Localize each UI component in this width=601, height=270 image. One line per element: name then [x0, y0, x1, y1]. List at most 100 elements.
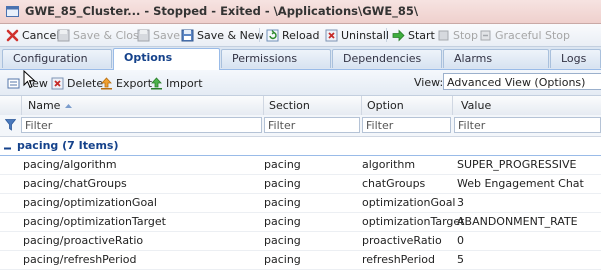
- stop-button[interactable]: Stop: [437, 27, 478, 43]
- title-bar: GWE_85_Cluster... - Stopped - Exited - \…: [0, 0, 601, 24]
- save-close-label: Save & Close: [73, 28, 146, 42]
- start-arrow-icon: [392, 29, 405, 42]
- grid-header: Name Section Option Value: [0, 96, 601, 116]
- save-close-button[interactable]: Save & Close: [57, 27, 146, 43]
- save-new-button[interactable]: Save & New: [181, 27, 264, 43]
- cell-name: pacing/algorithm: [23, 158, 117, 171]
- cell-value: 3: [457, 196, 464, 209]
- column-header-name-label: Name: [28, 99, 61, 112]
- cell-value: 5: [457, 253, 464, 266]
- table-row[interactable]: pacing/proactiveRatio pacing proactiveRati…: [0, 231, 601, 251]
- export-button[interactable]: Export: [100, 75, 152, 91]
- start-label: Start: [408, 28, 435, 42]
- filter-section-input[interactable]: Filter: [264, 117, 360, 133]
- tab-dependencies[interactable]: Dependencies: [332, 49, 442, 68]
- import-icon: [150, 76, 163, 90]
- table-row[interactable]: pacing/chatGroups pacing chatGroups Web Eng…: [0, 174, 601, 194]
- tab-options[interactable]: Options: [113, 48, 220, 70]
- view-icon: [7, 77, 20, 90]
- cell-value: ABANDONMENT_RATE: [457, 215, 578, 228]
- cell-option: proactiveRatio: [362, 234, 442, 247]
- import-button[interactable]: Import: [150, 75, 203, 91]
- save-new-label: Save & New: [197, 28, 264, 42]
- group-label: pacing (7 Items): [17, 139, 119, 152]
- delete-button[interactable]: Delete: [51, 75, 103, 91]
- cell-value: SUPER_PROGRESSIVE: [457, 158, 577, 171]
- export-icon: [100, 76, 113, 90]
- cell-name: pacing/refreshPeriod: [23, 253, 137, 266]
- cell-section: pacing: [264, 158, 301, 171]
- graceful-stop-icon: [479, 29, 492, 42]
- reload-icon: [266, 29, 279, 42]
- tab-alarms[interactable]: Alarms: [443, 49, 549, 68]
- main-toolbar: Cancel Save & Close Save Save & New Relo…: [0, 24, 601, 47]
- cell-name: pacing/proactiveRatio: [23, 234, 144, 247]
- view-mode-label: View:: [414, 76, 444, 89]
- tab-configuration[interactable]: Configuration: [2, 49, 112, 68]
- reload-button[interactable]: Reload: [266, 27, 319, 43]
- cell-name: pacing/optimizationTarget: [23, 215, 166, 228]
- cell-section: pacing: [264, 196, 301, 209]
- cell-name: pacing/optimizationGoal: [23, 196, 157, 209]
- uninstall-icon: [325, 29, 338, 42]
- filter-value-input[interactable]: Filter: [454, 117, 601, 133]
- table-row[interactable]: pacing/refreshPeriod pacing refreshPeriod 5: [0, 250, 601, 270]
- tab-permissions[interactable]: Permissions: [221, 49, 331, 68]
- toolbar-divider: [259, 28, 260, 42]
- column-header-name[interactable]: Name: [21, 96, 263, 115]
- save-new-icon: [181, 29, 194, 42]
- stop-icon: [437, 29, 450, 42]
- cancel-label: Cancel: [22, 28, 60, 42]
- application-icon: [6, 5, 19, 18]
- cell-option: algorithm: [362, 158, 416, 171]
- collapse-icon[interactable]: [4, 142, 11, 150]
- window-title: GWE_85_Cluster... - Stopped - Exited - \…: [25, 4, 419, 18]
- column-header-value[interactable]: Value: [452, 96, 601, 115]
- options-toolbar: iew Delete Export Import View: Advanced …: [0, 69, 601, 96]
- tab-logs[interactable]: Logs: [550, 49, 601, 68]
- cell-option: refreshPeriod: [362, 253, 435, 266]
- cell-name: pacing/chatGroups: [23, 177, 127, 190]
- cell-section: pacing: [264, 253, 301, 266]
- delete-icon: [51, 77, 64, 90]
- graceful-stop-label: Graceful Stop: [495, 28, 571, 42]
- delete-label: Delete: [67, 76, 104, 90]
- uninstall-button[interactable]: Uninstall: [325, 27, 389, 43]
- stop-label: Stop: [453, 28, 479, 42]
- save-icon: [137, 29, 150, 42]
- graceful-stop-button[interactable]: Graceful Stop: [479, 27, 570, 43]
- view-mode-select[interactable]: Advanced View (Options): [443, 73, 601, 90]
- sort-ascending-icon: [64, 99, 73, 112]
- tab-strip: Configuration Options Permissions Depend…: [0, 47, 601, 70]
- filter-row: Filter Filter Filter Filter: [0, 115, 601, 137]
- toolbar-divider: [386, 28, 387, 42]
- table-row[interactable]: pacing/optimizationTarget pacing optimizat…: [0, 212, 601, 232]
- save-button[interactable]: Save: [137, 27, 180, 43]
- cell-option: optimizationTarget: [362, 215, 465, 228]
- column-header-section[interactable]: Section: [263, 96, 361, 115]
- cell-section: pacing: [264, 177, 301, 190]
- cell-value: 0: [457, 234, 464, 247]
- filter-name-input[interactable]: Filter: [21, 117, 262, 133]
- reload-label: Reload: [282, 28, 320, 42]
- cancel-icon: [6, 29, 19, 42]
- import-label: Import: [166, 76, 203, 90]
- table-row[interactable]: pacing/optimizationGoal pacing optimizatio…: [0, 193, 601, 213]
- table-row[interactable]: pacing/algorithm pacing algorithm SUPER_PRO…: [0, 155, 601, 175]
- filter-option-input[interactable]: Filter: [362, 117, 451, 133]
- uninstall-label: Uninstall: [341, 28, 389, 42]
- mouse-cursor-icon: [23, 69, 37, 93]
- cancel-button[interactable]: Cancel: [6, 27, 59, 43]
- cell-section: pacing: [264, 215, 301, 228]
- cell-section: pacing: [264, 234, 301, 247]
- save-label: Save: [153, 28, 181, 42]
- cell-option: chatGroups: [362, 177, 426, 190]
- cell-option: optimizationGoal: [362, 196, 456, 209]
- row-number-header: [0, 96, 21, 115]
- export-label: Export: [116, 76, 153, 90]
- start-button[interactable]: Start: [392, 27, 435, 43]
- column-header-option[interactable]: Option: [361, 96, 452, 115]
- group-header-pacing[interactable]: pacing (7 Items): [0, 137, 601, 156]
- cell-value: Web Engagement Chat: [457, 177, 584, 190]
- save-close-icon: [57, 29, 70, 42]
